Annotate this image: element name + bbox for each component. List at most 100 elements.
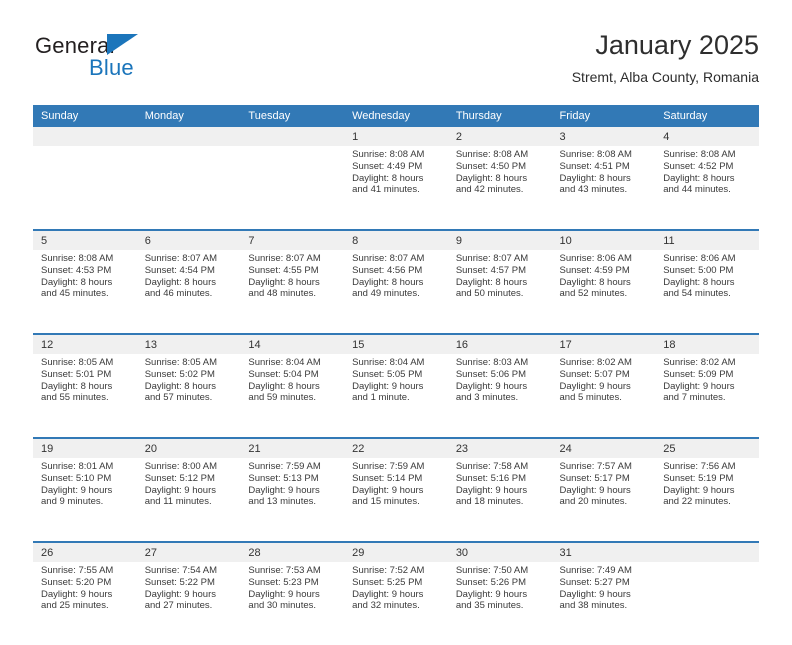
day-cell[interactable]: Sunrise: 8:04 AM Sunset: 5:05 PM Daylight:… — [344, 354, 448, 438]
day-number[interactable]: 14 — [240, 333, 345, 354]
brand-logo[interactable]: General Blue — [33, 33, 253, 93]
day-number-empty — [240, 127, 345, 146]
day-cell[interactable]: Sunrise: 8:00 AM Sunset: 5:12 PM Daylight:… — [136, 458, 241, 542]
brand-name-blue: Blue — [89, 55, 134, 80]
day-cell[interactable]: Sunrise: 8:07 AM Sunset: 4:54 PM Daylight:… — [136, 250, 241, 334]
weekday-header-monday: Monday — [136, 105, 241, 127]
day-number[interactable]: 11 — [655, 229, 759, 250]
day-number[interactable]: 6 — [136, 229, 241, 250]
day-info-line: Daylight: 8 hours — [41, 380, 113, 392]
day-number[interactable]: 25 — [655, 437, 759, 458]
day-info-line: Daylight: 9 hours — [455, 380, 528, 392]
day-info-line: and 5 minutes. — [559, 392, 622, 404]
day-info-line: Sunset: 5:07 PM — [559, 368, 630, 380]
day-cell[interactable]: Sunrise: 8:05 AM Sunset: 5:01 PM Daylight:… — [33, 354, 137, 438]
weekday-header-tuesday: Tuesday — [240, 105, 345, 127]
day-number[interactable]: 29 — [344, 541, 448, 562]
day-info-line: and 15 minutes. — [352, 496, 420, 508]
day-info-line: Daylight: 8 hours — [248, 380, 320, 392]
day-number[interactable]: 15 — [344, 333, 448, 354]
day-number[interactable]: 9 — [447, 229, 552, 250]
day-cell[interactable]: Sunrise: 8:07 AM Sunset: 4:57 PM Daylight:… — [447, 250, 552, 334]
day-number[interactable]: 17 — [551, 333, 656, 354]
day-number[interactable]: 8 — [344, 229, 448, 250]
title-block: January 2025 Stremt, Alba County, Romani… — [572, 28, 759, 87]
day-cell[interactable]: Sunrise: 8:04 AM Sunset: 5:04 PM Daylight:… — [240, 354, 345, 438]
day-cell-empty — [655, 562, 759, 645]
day-info-line: Daylight: 8 hours — [455, 172, 528, 184]
day-info-line: Daylight: 8 hours — [248, 276, 320, 288]
day-cell[interactable]: Sunrise: 7:49 AM Sunset: 5:27 PM Daylight:… — [551, 562, 656, 645]
day-number[interactable]: 2 — [447, 127, 552, 146]
day-cell[interactable]: Sunrise: 7:50 AM Sunset: 5:26 PM Daylight:… — [447, 562, 552, 645]
day-number[interactable]: 22 — [344, 437, 448, 458]
day-number[interactable]: 28 — [240, 541, 345, 562]
day-number[interactable]: 3 — [551, 127, 656, 146]
day-number[interactable]: 18 — [655, 333, 759, 354]
day-cell[interactable]: Sunrise: 8:07 AM Sunset: 4:55 PM Daylight:… — [240, 250, 345, 334]
day-cell[interactable]: Sunrise: 8:06 AM Sunset: 4:59 PM Daylight:… — [551, 250, 656, 334]
day-cell[interactable]: Sunrise: 8:08 AM Sunset: 4:50 PM Daylight:… — [447, 146, 552, 230]
day-number[interactable]: 4 — [655, 127, 759, 146]
day-info-line: Sunrise: 8:04 AM — [352, 357, 425, 368]
day-number[interactable]: 10 — [551, 229, 656, 250]
day-info-line: Sunset: 4:50 PM — [455, 160, 527, 172]
day-number[interactable]: 26 — [33, 541, 137, 562]
day-info-line: Daylight: 9 hours — [455, 588, 528, 600]
day-info-line: Sunrise: 7:49 AM — [559, 565, 632, 576]
day-cell[interactable]: Sunrise: 8:02 AM Sunset: 5:07 PM Daylight:… — [551, 354, 656, 438]
day-cell[interactable]: Sunrise: 7:53 AM Sunset: 5:23 PM Daylight:… — [240, 562, 345, 645]
day-info-line: Sunset: 5:25 PM — [352, 576, 423, 588]
day-cell[interactable]: Sunrise: 7:55 AM Sunset: 5:20 PM Daylight:… — [33, 562, 137, 645]
brand-triangle-icon — [107, 34, 138, 55]
day-cell[interactable]: Sunrise: 8:08 AM Sunset: 4:52 PM Daylight:… — [655, 146, 759, 230]
day-info-line: Sunset: 5:06 PM — [455, 368, 527, 380]
day-info-line: Daylight: 8 hours — [663, 172, 735, 184]
day-cell[interactable]: Sunrise: 7:56 AM Sunset: 5:19 PM Daylight:… — [655, 458, 759, 542]
day-cell[interactable]: Sunrise: 7:59 AM Sunset: 5:13 PM Daylight:… — [240, 458, 345, 542]
day-info-line: and 20 minutes. — [559, 496, 628, 508]
day-number[interactable]: 23 — [447, 437, 552, 458]
day-info-line: and 38 minutes. — [559, 600, 628, 612]
week-daynumber-row: 5 6 7 8 9 10 11 — [33, 229, 759, 250]
day-number[interactable]: 1 — [344, 127, 448, 146]
day-cell[interactable]: Sunrise: 8:02 AM Sunset: 5:09 PM Daylight:… — [655, 354, 759, 438]
day-cell[interactable]: Sunrise: 8:06 AM Sunset: 5:00 PM Daylight:… — [655, 250, 759, 334]
day-number[interactable]: 24 — [551, 437, 656, 458]
day-info-line: and 30 minutes. — [248, 600, 317, 612]
day-cell[interactable]: Sunrise: 8:08 AM Sunset: 4:51 PM Daylight:… — [551, 146, 656, 230]
day-number[interactable]: 12 — [33, 333, 137, 354]
day-number[interactable]: 19 — [33, 437, 137, 458]
day-number[interactable]: 30 — [447, 541, 552, 562]
day-info-line: Sunset: 5:10 PM — [41, 472, 112, 484]
day-number[interactable]: 20 — [136, 437, 241, 458]
day-cell[interactable]: Sunrise: 7:52 AM Sunset: 5:25 PM Daylight:… — [344, 562, 448, 645]
day-cell[interactable]: Sunrise: 8:07 AM Sunset: 4:56 PM Daylight:… — [344, 250, 448, 334]
day-number[interactable]: 31 — [551, 541, 656, 562]
day-number[interactable]: 16 — [447, 333, 552, 354]
day-number[interactable]: 5 — [33, 229, 137, 250]
day-number[interactable]: 27 — [136, 541, 241, 562]
day-info-line: Daylight: 9 hours — [559, 380, 631, 392]
day-number[interactable]: 7 — [240, 229, 345, 250]
day-cell[interactable]: Sunrise: 8:05 AM Sunset: 5:02 PM Daylight:… — [136, 354, 241, 438]
day-cell[interactable]: Sunrise: 8:08 AM Sunset: 4:53 PM Daylight:… — [33, 250, 137, 334]
week-detail-row: Sunrise: 8:08 AM Sunset: 4:49 PM Daylight:… — [33, 146, 759, 230]
day-cell[interactable]: Sunrise: 7:59 AM Sunset: 5:14 PM Daylight:… — [344, 458, 448, 542]
day-info-line: Sunset: 5:26 PM — [455, 576, 527, 588]
day-cell[interactable]: Sunrise: 7:58 AM Sunset: 5:16 PM Daylight:… — [447, 458, 552, 542]
day-info-line: Daylight: 8 hours — [352, 276, 424, 288]
day-number[interactable]: 21 — [240, 437, 345, 458]
day-number[interactable]: 13 — [136, 333, 241, 354]
day-cell[interactable]: Sunrise: 8:08 AM Sunset: 4:49 PM Daylight:… — [344, 146, 448, 230]
day-info-line: Sunrise: 8:02 AM — [559, 357, 632, 368]
day-info-line: and 46 minutes. — [144, 288, 213, 300]
day-cell[interactable]: Sunrise: 8:03 AM Sunset: 5:06 PM Daylight:… — [447, 354, 552, 438]
day-info-line: Sunrise: 8:08 AM — [455, 149, 529, 160]
day-number-empty — [33, 127, 137, 146]
day-info-line: Sunrise: 8:08 AM — [352, 149, 425, 160]
day-cell[interactable]: Sunrise: 7:57 AM Sunset: 5:17 PM Daylight:… — [551, 458, 656, 542]
week-daynumber-row: 12 13 14 15 16 17 18 — [33, 333, 759, 354]
day-cell[interactable]: Sunrise: 8:01 AM Sunset: 5:10 PM Daylight:… — [33, 458, 137, 542]
day-cell[interactable]: Sunrise: 7:54 AM Sunset: 5:22 PM Daylight:… — [136, 562, 241, 645]
